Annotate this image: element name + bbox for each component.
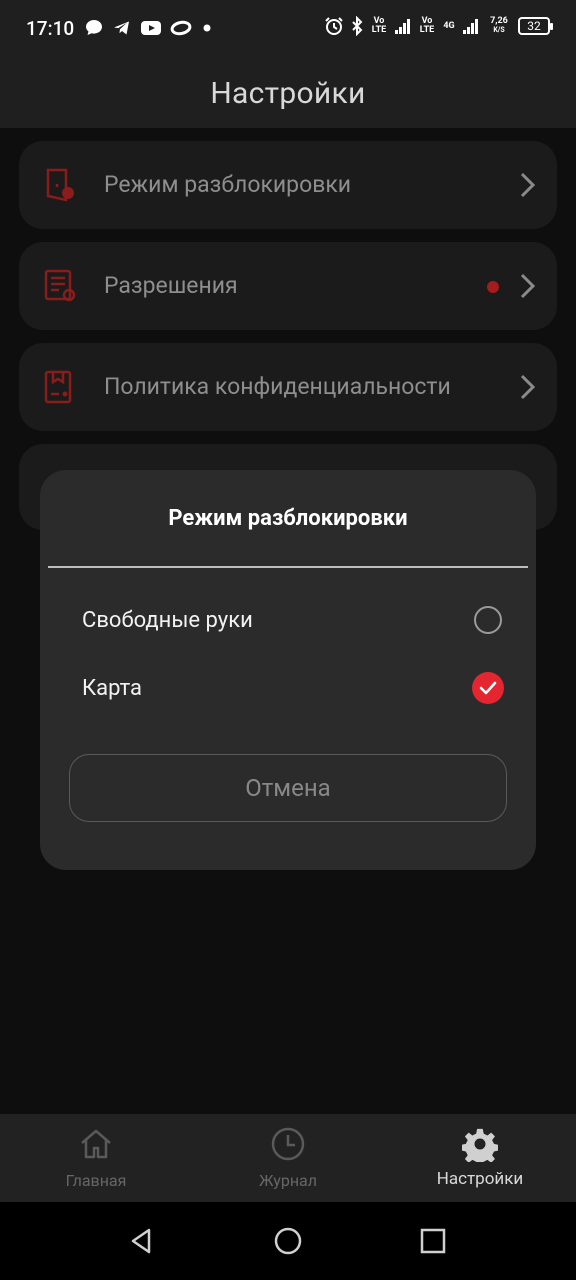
check-icon [479, 681, 497, 695]
more-notifications-dot [203, 24, 211, 32]
clock-icon [271, 1127, 305, 1161]
option-label: Свободные руки [82, 608, 253, 633]
bluetooth-icon [352, 16, 363, 36]
volte-1-label: Vo LTE [371, 16, 387, 35]
bottom-navigation: Главная Журнал Настройки [0, 1114, 576, 1202]
status-bar: 17:10 Vo LTE Vo LTE 4G 7,26 K/S 32 [0, 0, 576, 58]
alarm-icon [325, 17, 343, 35]
youtube-icon [141, 21, 161, 35]
option-label: Карта [82, 676, 142, 701]
app-header: Настройки [0, 58, 576, 128]
settings-item-label: Разрешения [104, 272, 238, 299]
radio-checked[interactable] [472, 672, 504, 704]
unlock-mode-dialog: Режим разблокировки Свободные руки Карта… [40, 470, 536, 870]
system-navigation [0, 1202, 576, 1280]
settings-item-unlock-mode[interactable]: Режим разблокировки [19, 141, 557, 229]
dialog-title: Режим разблокировки [168, 506, 408, 531]
option-card[interactable]: Карта [82, 664, 504, 714]
oval-app-icon [170, 20, 192, 36]
privacy-icon [44, 370, 72, 404]
radio-unchecked[interactable] [474, 606, 502, 634]
status-indicators: Vo LTE Vo LTE 4G 7,26 K/S 32 [324, 16, 553, 36]
screen: 17:10 Vo LTE Vo LTE 4G 7,26 K/S 32 Настр… [0, 0, 576, 1280]
status-time: 17:10 [26, 17, 75, 40]
chevron-right-icon [520, 273, 536, 299]
notification-icons [84, 18, 214, 38]
settings-item-label: Режим разблокировки [104, 171, 352, 198]
home-icon [81, 1129, 111, 1159]
network-speed-unit: K/S [493, 26, 505, 34]
option-hands-free[interactable]: Свободные руки [82, 596, 502, 646]
nav-label: Главная [65, 1171, 127, 1190]
battery-indicator: 32 [518, 17, 553, 35]
dialog-divider [48, 566, 528, 568]
nav-label: Настройки [436, 1169, 524, 1189]
back-icon[interactable] [127, 1226, 157, 1256]
nav-label: Журнал [258, 1171, 317, 1190]
nav-settings[interactable]: Настройки [384, 1114, 576, 1202]
door-icon [46, 168, 74, 202]
recents-icon[interactable] [418, 1226, 448, 1256]
volte-2-label: Vo LTE [419, 16, 435, 35]
permissions-icon [44, 269, 76, 302]
gear-icon [462, 1128, 498, 1162]
telegram-icon [114, 21, 129, 35]
cancel-button[interactable]: Отмена [69, 754, 507, 822]
network-type-label: 4G [443, 20, 455, 31]
settings-item-privacy-policy[interactable]: Политика конфиденциальности [19, 343, 557, 431]
settings-item-permissions[interactable]: Разрешения [19, 242, 557, 330]
network-speed: 7,26 K/S [486, 17, 512, 35]
chevron-right-icon [520, 374, 536, 400]
home-button-icon[interactable] [273, 1226, 303, 1256]
nav-journal[interactable]: Журнал [192, 1114, 384, 1202]
chevron-right-icon [520, 172, 536, 198]
chat-icon [86, 20, 102, 35]
notification-dot [487, 281, 499, 293]
settings-item-label: Политика конфиденциальности [104, 373, 451, 400]
network-speed-value: 7,26 [490, 16, 508, 26]
signal-1-icon [395, 19, 410, 34]
signal-2-icon [463, 19, 478, 34]
nav-home[interactable]: Главная [0, 1114, 192, 1202]
page-title: Настройки [210, 76, 366, 111]
